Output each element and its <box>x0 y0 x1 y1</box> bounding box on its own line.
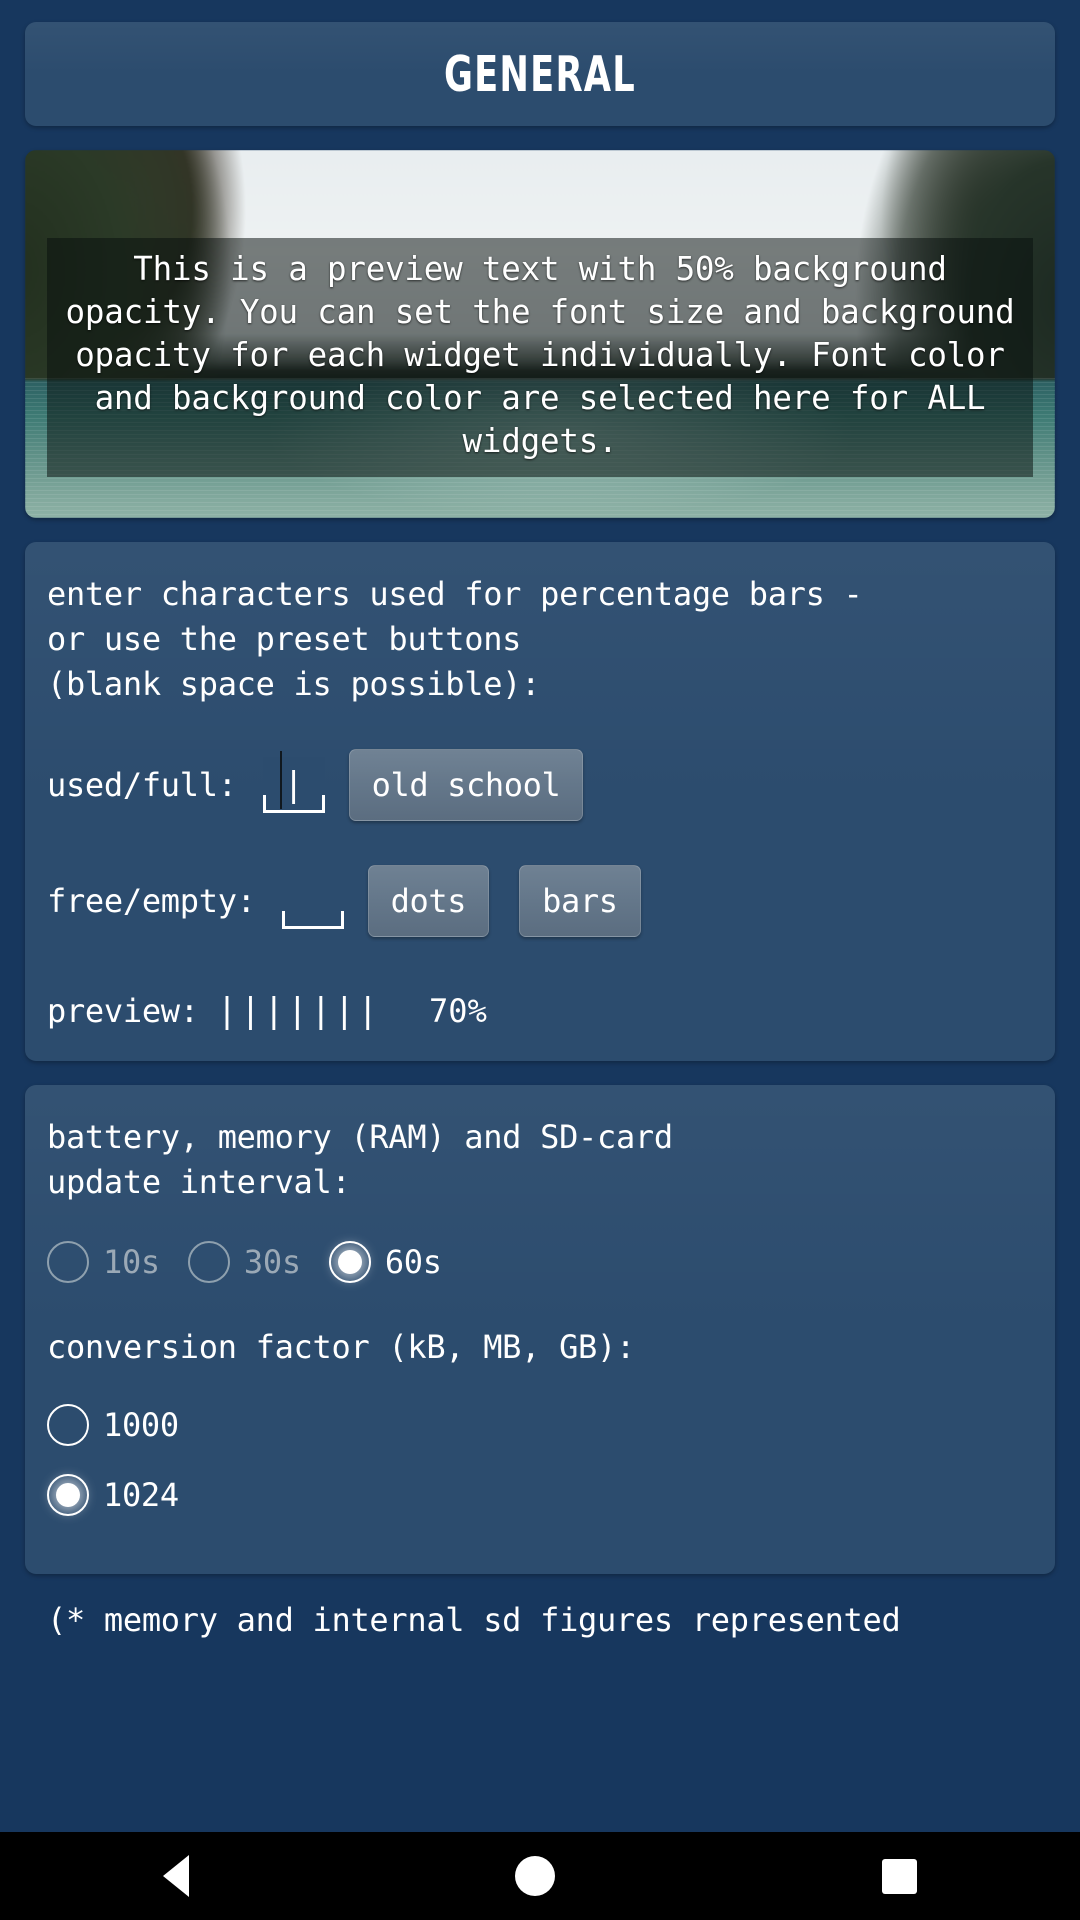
free-empty-input[interactable] <box>281 873 344 929</box>
bar-preview-label: preview: <box>47 992 199 1030</box>
radio-label: 10s <box>103 1243 160 1281</box>
text-caret <box>279 751 282 809</box>
preset-old-school-button[interactable]: old school <box>348 749 584 821</box>
radio-interval-10s[interactable]: 10s <box>47 1241 160 1283</box>
update-interval-description: battery, memory (RAM) and SD-card update… <box>47 1118 673 1201</box>
radio-label: 1024 <box>103 1476 179 1514</box>
input-edge-mask <box>281 873 344 911</box>
preview-card[interactable]: This is a preview text with 50% backgrou… <box>25 150 1055 518</box>
page-title: GENERAL <box>443 45 636 103</box>
radio-label: 30s <box>243 1243 301 1281</box>
preset-bars-button[interactable]: bars <box>519 865 641 937</box>
page-title-card: GENERAL <box>25 22 1055 126</box>
radio-circle-selected-icon <box>328 1241 371 1283</box>
used-full-input[interactable]: | <box>262 751 325 813</box>
update-interval-radio-group: 10s 30s 60s <box>47 1241 1033 1283</box>
conversion-factor-radio-group: 1000 1024 <box>47 1404 1033 1516</box>
used-full-label: used/full: <box>47 766 237 804</box>
radio-interval-30s[interactable]: 30s <box>187 1241 301 1283</box>
settings-scroll-view[interactable]: GENERAL This is a preview text with 50% … <box>0 0 1080 1832</box>
radio-interval-60s[interactable]: 60s <box>328 1241 442 1283</box>
used-full-row: used/full: | old school <box>47 747 1033 823</box>
radio-circle-icon <box>47 1241 89 1283</box>
radio-label: 60s <box>384 1243 442 1281</box>
update-interval-card: battery, memory (RAM) and SD-card update… <box>25 1085 1055 1574</box>
radio-circle-selected-icon <box>47 1474 89 1516</box>
preview-text: This is a preview text with 50% backgrou… <box>65 250 1034 460</box>
radio-conversion-1024[interactable]: 1024 <box>47 1474 1005 1516</box>
bars-description: enter characters used for percentage bar… <box>47 575 863 703</box>
back-triangle-icon[interactable] <box>163 1855 190 1897</box>
bar-preview-percent: 70% <box>429 992 487 1030</box>
radio-circle-icon <box>47 1404 89 1446</box>
preview-text-overlay: This is a preview text with 50% backgrou… <box>47 238 1033 477</box>
android-navigation-bar <box>0 1832 1080 1920</box>
free-empty-row: free/empty: dots bars <box>47 863 1033 939</box>
percentage-bars-card: enter characters used for percentage bar… <box>25 542 1055 1061</box>
home-circle-icon[interactable] <box>515 1856 556 1896</box>
free-empty-label: free/empty: <box>47 882 256 920</box>
preset-dots-button[interactable]: dots <box>367 865 490 937</box>
bar-preview-glyphs: ||||||| <box>216 991 382 1031</box>
used-full-value: | <box>283 765 304 805</box>
radio-circle-icon <box>187 1241 230 1283</box>
bar-preview-row: preview: ||||||| 70% <box>47 991 1033 1031</box>
conversion-factor-label: conversion factor (kB, MB, GB): <box>47 1328 635 1366</box>
recents-square-icon[interactable] <box>881 1858 917 1894</box>
radio-label: 1000 <box>103 1406 179 1444</box>
radio-conversion-1000[interactable]: 1000 <box>47 1404 1005 1446</box>
footnote-text: (* memory and internal sd figures repres… <box>47 1601 901 1639</box>
